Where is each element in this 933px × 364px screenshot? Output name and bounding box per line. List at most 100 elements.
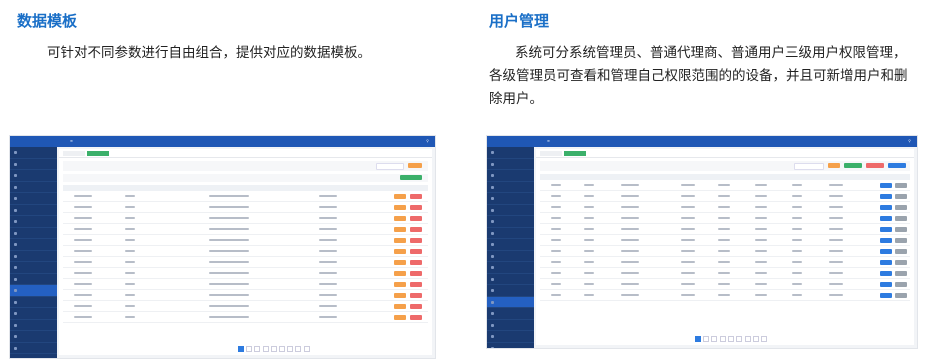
edit-button[interactable] (880, 227, 892, 232)
delete-button[interactable] (410, 205, 422, 210)
sidebar-item[interactable] (10, 147, 57, 159)
detail-button[interactable] (895, 293, 907, 298)
sidebar-item[interactable] (487, 182, 534, 193)
export-button[interactable] (888, 163, 906, 168)
edit-button[interactable] (880, 216, 892, 221)
sidebar-item[interactable] (487, 262, 534, 274)
edit-button[interactable] (880, 293, 892, 298)
detail-button[interactable] (895, 271, 907, 276)
delete-button[interactable] (410, 293, 422, 298)
edit-button[interactable] (880, 282, 892, 287)
delete-button[interactable] (410, 227, 422, 232)
edit-button[interactable] (880, 260, 892, 265)
sidebar-item[interactable] (10, 285, 57, 297)
delete-button[interactable] (410, 304, 422, 309)
search-input[interactable] (794, 163, 824, 170)
sidebar-item[interactable] (487, 205, 534, 216)
edit-button[interactable] (394, 260, 406, 265)
detail-button[interactable] (895, 260, 907, 265)
sidebar-item[interactable] (10, 159, 57, 170)
page-button[interactable] (262, 346, 269, 352)
edit-button[interactable] (880, 249, 892, 254)
sidebar-item[interactable] (487, 170, 534, 182)
page-button[interactable] (711, 336, 718, 342)
page-button[interactable] (295, 346, 302, 352)
edit-button[interactable] (394, 315, 406, 320)
delete-button[interactable] (410, 271, 422, 276)
edit-button[interactable] (394, 282, 406, 287)
page-button[interactable] (761, 336, 768, 342)
detail-button[interactable] (895, 227, 907, 232)
sidebar-item[interactable] (10, 274, 57, 285)
detail-button[interactable] (895, 249, 907, 254)
sidebar-item[interactable] (10, 308, 57, 320)
page-button[interactable] (270, 346, 277, 352)
search-button[interactable] (828, 163, 840, 168)
delete-user-button[interactable] (866, 163, 884, 168)
detail-button[interactable] (895, 282, 907, 287)
edit-button[interactable] (394, 194, 406, 199)
page-button[interactable] (287, 346, 294, 352)
sidebar-item[interactable] (487, 285, 534, 297)
sidebar-item[interactable] (10, 216, 57, 228)
edit-button[interactable] (880, 205, 892, 210)
sidebar-item[interactable] (10, 193, 57, 205)
sidebar-item[interactable] (487, 147, 534, 159)
edit-button[interactable] (394, 249, 406, 254)
sidebar-item[interactable] (487, 239, 534, 251)
sidebar-item[interactable] (487, 320, 534, 331)
edit-button[interactable] (394, 216, 406, 221)
edit-button[interactable] (880, 194, 892, 199)
detail-button[interactable] (895, 238, 907, 243)
detail-button[interactable] (895, 205, 907, 210)
sidebar-item[interactable] (10, 182, 57, 193)
sidebar-item[interactable] (10, 262, 57, 274)
sidebar-item[interactable] (487, 274, 534, 285)
edit-button[interactable] (394, 304, 406, 309)
sidebar-item[interactable] (10, 320, 57, 331)
detail-button[interactable] (895, 183, 907, 188)
edit-button[interactable] (880, 271, 892, 276)
sidebar-item[interactable] (487, 216, 534, 228)
sidebar-item[interactable] (487, 343, 534, 348)
edit-button[interactable] (394, 227, 406, 232)
edit-button[interactable] (880, 183, 892, 188)
delete-button[interactable] (410, 238, 422, 243)
sidebar-item[interactable] (10, 331, 57, 343)
page-button[interactable] (744, 336, 751, 342)
tab-user-management[interactable] (564, 151, 586, 156)
sidebar-item[interactable] (10, 170, 57, 182)
edit-button[interactable] (394, 238, 406, 243)
add-template-button[interactable] (400, 175, 422, 180)
delete-button[interactable] (410, 282, 422, 287)
page-button[interactable] (238, 346, 245, 352)
sidebar-item[interactable] (487, 296, 534, 308)
page-button[interactable] (752, 336, 759, 342)
sidebar-item[interactable] (10, 228, 57, 239)
sidebar-item[interactable] (487, 251, 534, 262)
edit-button[interactable] (394, 271, 406, 276)
detail-button[interactable] (895, 194, 907, 199)
delete-button[interactable] (410, 249, 422, 254)
edit-button[interactable] (394, 293, 406, 298)
sidebar-item[interactable] (10, 343, 57, 354)
page-button[interactable] (719, 336, 726, 342)
search-input[interactable] (376, 163, 404, 170)
sidebar-item[interactable] (487, 331, 534, 343)
delete-button[interactable] (410, 260, 422, 265)
tab-home[interactable] (63, 151, 85, 156)
edit-button[interactable] (880, 238, 892, 243)
tab-data-template[interactable] (87, 151, 109, 156)
page-button[interactable] (736, 336, 743, 342)
sidebar-item[interactable] (10, 354, 57, 358)
sidebar-item[interactable] (10, 297, 57, 308)
edit-button[interactable] (394, 205, 406, 210)
page-button[interactable] (254, 346, 261, 352)
add-user-button[interactable] (844, 163, 862, 168)
delete-button[interactable] (410, 315, 422, 320)
detail-button[interactable] (895, 216, 907, 221)
sidebar-item[interactable] (487, 308, 534, 320)
page-button[interactable] (728, 336, 735, 342)
tab-home[interactable] (540, 151, 562, 156)
search-button[interactable] (408, 163, 422, 168)
